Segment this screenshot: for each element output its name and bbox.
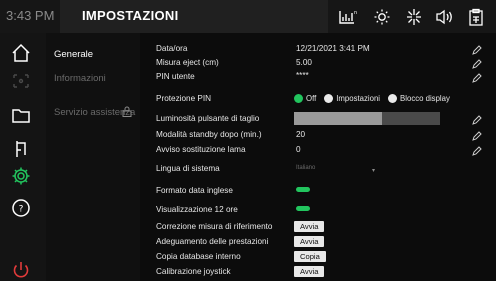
hour12-toggle[interactable]	[296, 206, 310, 211]
pin-value: ****	[296, 71, 309, 80]
date-format-label: Formato data inglese	[156, 186, 233, 195]
lock-icon	[122, 106, 132, 117]
help-icon[interactable]: ?	[10, 197, 32, 219]
brightness-slider[interactable]	[294, 112, 440, 125]
blade-value: 0	[296, 145, 301, 154]
page-title: IMPOSTAZIONI	[82, 8, 179, 23]
connections-icon[interactable]	[10, 70, 32, 92]
radio-off[interactable]	[294, 94, 303, 103]
db-copy-button[interactable]: Copia	[294, 251, 326, 262]
pin-label: PIN utente	[156, 72, 195, 81]
protection-label: Protezione PIN	[156, 94, 212, 103]
datetime-value: 12/21/2021 3:41 PM	[296, 44, 370, 53]
standby-label: Modalità standby dopo (min.)	[156, 130, 262, 139]
protection-radio-group: Off Impostazioni Blocco display	[294, 94, 458, 103]
performance-button[interactable]: Avvia	[294, 236, 325, 247]
edit-pin-pencil-icon[interactable]	[472, 73, 482, 83]
settings-panel: Data/ora 12/21/2021 3:41 PM Misura eject…	[140, 33, 496, 281]
edit-eject-pencil-icon[interactable]	[472, 59, 482, 69]
brightness-label: Luminosità pulsante di taglio	[156, 114, 260, 123]
radio-impostazioni[interactable]	[324, 94, 334, 103]
eject-label: Misura eject (cm)	[156, 58, 219, 67]
edit-brightness-pencil-icon[interactable]	[472, 115, 482, 125]
brightness-slider-fill	[294, 112, 382, 125]
db-copy-label: Copia database interno	[156, 252, 241, 261]
joystick-label: Calibrazione joystick	[156, 267, 231, 276]
language-select[interactable]: Italiano ▾	[296, 165, 375, 176]
chart-icon[interactable]: n	[338, 8, 358, 26]
radio-off-label: Off	[306, 94, 317, 103]
home-icon[interactable]	[10, 42, 32, 64]
edit-blade-pencil-icon[interactable]	[472, 146, 482, 156]
language-label: Lingua di sistema	[156, 164, 220, 173]
top-bar: 3:43 PM IMPOSTAZIONI n	[0, 0, 496, 33]
svg-text:?: ?	[19, 205, 24, 215]
nav-rail: ?	[0, 33, 46, 281]
radio-impostazioni-label: Impostazioni	[336, 94, 381, 103]
date-format-toggle[interactable]	[296, 187, 310, 192]
edit-standby-pencil-icon[interactable]	[472, 131, 482, 141]
light-icon[interactable]	[404, 8, 424, 26]
folder-icon[interactable]	[10, 104, 32, 126]
joystick-button[interactable]: Avvia	[294, 266, 325, 277]
menu-item-informazioni[interactable]: Informazioni	[54, 73, 106, 84]
clipboard-icon[interactable]	[466, 8, 486, 26]
title-area: IMPOSTAZIONI	[60, 0, 328, 33]
ref-correction-button[interactable]: Avvia	[294, 221, 325, 232]
radio-blocco-display-label: Blocco display	[400, 94, 450, 103]
radio-blocco-display[interactable]	[388, 94, 398, 103]
brightness-icon[interactable]	[372, 8, 392, 26]
hour12-label: Visualizzazione 12 ore	[156, 205, 238, 214]
datetime-label: Data/ora	[156, 44, 188, 53]
power-icon[interactable]	[10, 259, 32, 281]
settings-menu: Generale Informazioni Servizio assistenz…	[46, 33, 140, 281]
menu-item-generale[interactable]: Generale	[54, 49, 93, 60]
volume-icon[interactable]	[434, 8, 454, 26]
chevron-down-icon: ▾	[372, 168, 376, 174]
blade-label: Avviso sostituzione lama	[156, 145, 246, 154]
cut-icon[interactable]	[10, 138, 32, 160]
eject-value: 5.00	[296, 58, 312, 67]
settings-icon[interactable]	[10, 165, 32, 187]
clock: 3:43 PM	[6, 8, 55, 23]
svg-text:n: n	[354, 10, 357, 16]
edit-datetime-pencil-icon[interactable]	[472, 45, 482, 55]
standby-value: 20	[296, 130, 306, 139]
performance-label: Adeguamento delle prestazioni	[156, 237, 269, 246]
language-select-value: Italiano	[296, 165, 316, 171]
ref-correction-label: Correzione misura di riferimento	[156, 222, 273, 231]
